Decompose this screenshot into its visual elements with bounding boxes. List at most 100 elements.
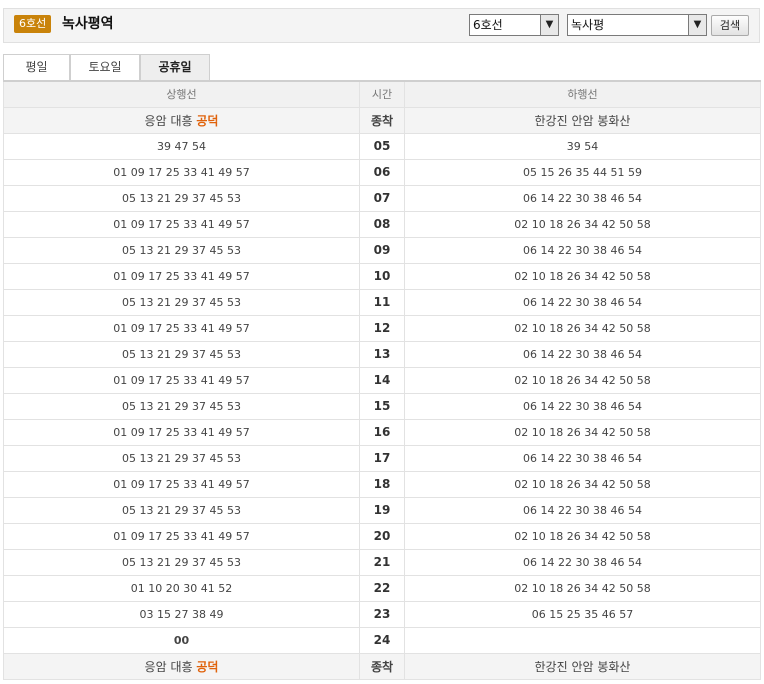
- terminal-up-prefix: 응암 대흥: [144, 113, 197, 128]
- down-times: [404, 626, 761, 654]
- terminal-down: 한강진 안암 봉화산: [404, 652, 761, 680]
- up-times: 05 13 21 29 37 45 53: [3, 340, 360, 368]
- table-row: 01 09 17 25 33 41 49 57 10 02 10 18 26 34 …: [3, 262, 761, 290]
- down-times: 06 14 22 30 38 46 54: [404, 444, 761, 472]
- header-up: 상행선: [3, 80, 360, 108]
- table-row: 05 13 21 29 37 45 53 21 06 14 22 30 38 46 …: [3, 548, 761, 576]
- down-times: 06 14 22 30 38 46 54: [404, 548, 761, 576]
- hour-cell: 23: [359, 600, 405, 628]
- station-title: 녹사평역: [62, 16, 114, 32]
- table-row: 01 10 20 30 41 52 22 02 10 18 26 34 42 50 …: [3, 574, 761, 602]
- table-row: 00 24: [3, 626, 761, 654]
- up-times: 01 09 17 25 33 41 49 57: [3, 366, 360, 394]
- hour-cell: 11: [359, 288, 405, 316]
- hour-cell: 20: [359, 522, 405, 550]
- hour-cell: 14: [359, 366, 405, 394]
- hour-cell: 12: [359, 314, 405, 342]
- down-times: 06 14 22 30 38 46 54: [404, 392, 761, 420]
- terminal-up: 응암 대흥 공덕: [3, 106, 360, 134]
- search-button[interactable]: 검색: [711, 15, 749, 36]
- line-select-value: 6호선: [473, 18, 503, 32]
- terminal-row: 응암 대흥 공덕 종착 한강진 안암 봉화산: [3, 652, 761, 680]
- table-row: 05 13 21 29 37 45 53 13 06 14 22 30 38 46 …: [3, 340, 761, 368]
- station-select-value: 녹사평: [571, 18, 605, 32]
- table-row: 01 09 17 25 33 41 49 57 20 02 10 18 26 34 …: [3, 522, 761, 550]
- terminal-time: 종착: [359, 106, 405, 134]
- up-times: 05 13 21 29 37 45 53: [3, 288, 360, 316]
- down-times: 05 15 26 35 44 51 59: [404, 158, 761, 186]
- terminal-up-prefix: 응암 대흥: [144, 659, 197, 674]
- hour-cell: 18: [359, 470, 405, 498]
- table-row: 05 13 21 29 37 45 53 09 06 14 22 30 38 46 …: [3, 236, 761, 264]
- hour-cell: 05: [359, 132, 405, 160]
- up-times: 03 15 27 38 49: [3, 600, 360, 628]
- hour-cell: 15: [359, 392, 405, 420]
- down-times: 02 10 18 26 34 42 50 58: [404, 522, 761, 550]
- timetable: 상행선 시간 하행선 응암 대흥 공덕 종착 한강진 안암 봉화산 39 47 54 0…: [3, 80, 761, 680]
- up-times: 05 13 21 29 37 45 53: [3, 236, 360, 264]
- table-row: 01 09 17 25 33 41 49 57 12 02 10 18 26 34 …: [3, 314, 761, 342]
- up-times: 05 13 21 29 37 45 53: [3, 184, 360, 212]
- up-times: 01 09 17 25 33 41 49 57: [3, 470, 360, 498]
- chevron-down-icon: ▼: [688, 15, 706, 35]
- down-times: 06 14 22 30 38 46 54: [404, 340, 761, 368]
- hour-cell: 24: [359, 626, 405, 654]
- hour-cell: 17: [359, 444, 405, 472]
- line-badge: 6호선: [14, 15, 52, 33]
- table-row: 01 09 17 25 33 41 49 57 14 02 10 18 26 34 …: [3, 366, 761, 394]
- table-row: 03 15 27 38 49 23 06 15 25 35 46 57: [3, 600, 761, 628]
- up-times: 00: [3, 626, 360, 654]
- hour-cell: 13: [359, 340, 405, 368]
- hour-cell: 21: [359, 548, 405, 576]
- up-times: 05 13 21 29 37 45 53: [3, 392, 360, 420]
- hour-cell: 22: [359, 574, 405, 602]
- terminal-down: 한강진 안암 봉화산: [404, 106, 761, 134]
- station-select[interactable]: 녹사평 ▼: [567, 14, 707, 36]
- hour-cell: 09: [359, 236, 405, 264]
- down-times: 02 10 18 26 34 42 50 58: [404, 314, 761, 342]
- up-times: 01 09 17 25 33 41 49 57: [3, 418, 360, 446]
- up-times: 01 09 17 25 33 41 49 57: [3, 210, 360, 238]
- table-row: 01 09 17 25 33 41 49 57 06 05 15 26 35 44 …: [3, 158, 761, 186]
- up-times: 01 10 20 30 41 52: [3, 574, 360, 602]
- up-times: 01 09 17 25 33 41 49 57: [3, 262, 360, 290]
- up-times: 01 09 17 25 33 41 49 57: [3, 314, 360, 342]
- hour-cell: 06: [359, 158, 405, 186]
- up-times: 05 13 21 29 37 45 53: [3, 496, 360, 524]
- down-times: 39 54: [404, 132, 761, 160]
- terminal-up: 응암 대흥 공덕: [3, 652, 360, 680]
- down-times: 02 10 18 26 34 42 50 58: [404, 366, 761, 394]
- up-times: 01 09 17 25 33 41 49 57: [3, 522, 360, 550]
- down-times: 02 10 18 26 34 42 50 58: [404, 418, 761, 446]
- hour-cell: 10: [359, 262, 405, 290]
- terminal-up-highlight: 공덕: [196, 113, 219, 128]
- tab-holiday[interactable]: 공휴일: [140, 54, 210, 80]
- table-row: 39 47 54 05 39 54: [3, 132, 761, 160]
- table-row: 05 13 21 29 37 45 53 07 06 14 22 30 38 46 …: [3, 184, 761, 212]
- terminal-time: 종착: [359, 652, 405, 680]
- station-header: 6호선 녹사평역 6호선 ▼ 녹사평 ▼ 검색: [3, 8, 760, 43]
- table-row: 05 13 21 29 37 45 53 15 06 14 22 30 38 46 …: [3, 392, 761, 420]
- up-times: 05 13 21 29 37 45 53: [3, 444, 360, 472]
- hour-cell: 19: [359, 496, 405, 524]
- tab-weekday[interactable]: 평일: [3, 54, 70, 80]
- header-down: 하행선: [404, 80, 761, 108]
- table-row: 01 09 17 25 33 41 49 57 18 02 10 18 26 34 …: [3, 470, 761, 498]
- down-times: 06 14 22 30 38 46 54: [404, 288, 761, 316]
- tab-saturday[interactable]: 토요일: [70, 54, 140, 80]
- down-times: 06 14 22 30 38 46 54: [404, 184, 761, 212]
- down-times: 06 14 22 30 38 46 54: [404, 496, 761, 524]
- up-times: 05 13 21 29 37 45 53: [3, 548, 360, 576]
- up-times: 39 47 54: [3, 132, 360, 160]
- hour-cell: 16: [359, 418, 405, 446]
- table-row: 01 09 17 25 33 41 49 57 16 02 10 18 26 34 …: [3, 418, 761, 446]
- down-times: 02 10 18 26 34 42 50 58: [404, 470, 761, 498]
- line-select[interactable]: 6호선 ▼: [469, 14, 559, 36]
- terminal-row: 응암 대흥 공덕 종착 한강진 안암 봉화산: [3, 106, 761, 134]
- terminal-up-highlight: 공덕: [196, 659, 219, 674]
- hour-cell: 08: [359, 210, 405, 238]
- down-times: 06 14 22 30 38 46 54: [404, 236, 761, 264]
- chevron-down-icon: ▼: [540, 15, 558, 35]
- table-row: 05 13 21 29 37 45 53 19 06 14 22 30 38 46 …: [3, 496, 761, 524]
- down-times: 02 10 18 26 34 42 50 58: [404, 262, 761, 290]
